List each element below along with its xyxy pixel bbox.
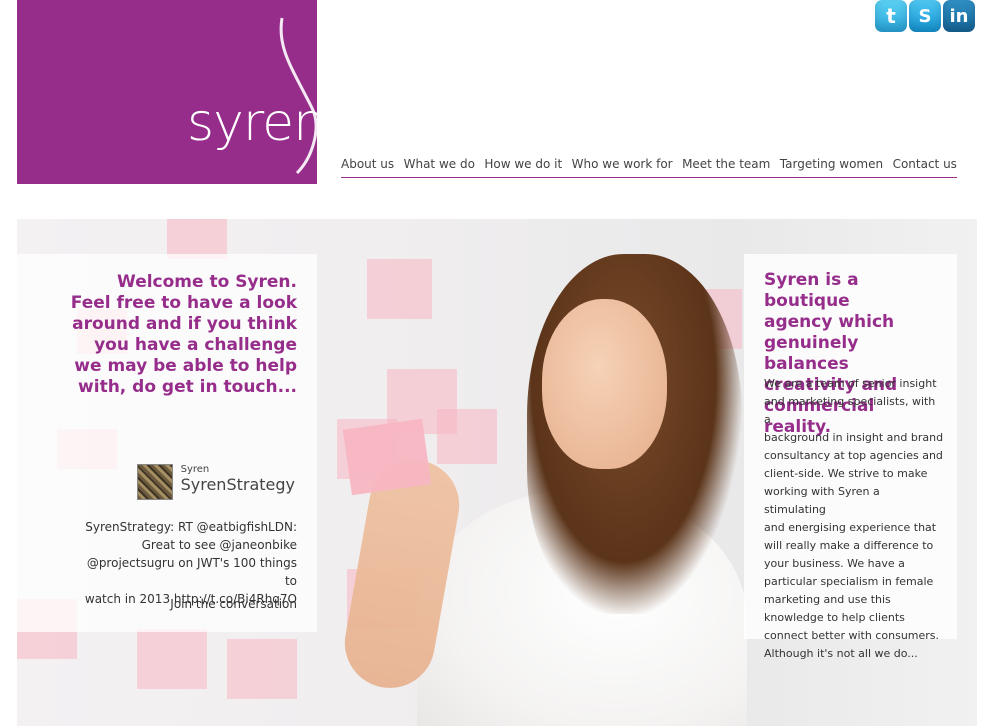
tweet-line: SyrenStrategy: RT @eatbigfishLDN: (85, 520, 297, 534)
avatar[interactable] (136, 464, 173, 500)
welcome-line: you have a challenge (94, 335, 297, 355)
syren-logo[interactable]: syren (17, 0, 326, 184)
logo-text: syren (187, 93, 326, 153)
welcome-panel: Welcome to Syren. Feel free to have a lo… (17, 254, 317, 632)
tweet-author-small: Syren (180, 464, 210, 475)
sticky-note (437, 409, 497, 464)
welcome-line: with, do get in touch... (78, 377, 297, 397)
tweet-line: @projectsugru on JWT's 100 things to (86, 556, 297, 588)
body-line: client-side. We strive to make (764, 467, 928, 480)
body-line: consultancy at top agencies and (764, 449, 943, 462)
tweet-author-handle[interactable]: SyrenStrategy (181, 475, 295, 494)
skype-icon[interactable]: S (909, 0, 941, 32)
about-panel: Syren is a boutique agency which genuine… (744, 254, 957, 660)
twitter-icon[interactable]: t (875, 0, 907, 32)
body-line: background in insight and brand (764, 431, 944, 444)
welcome-line: Welcome to Syren. (117, 272, 297, 292)
body-line: and marketing specialists, with a (764, 395, 936, 426)
nav-about-us[interactable]: About us (341, 157, 394, 171)
welcome-message: Welcome to Syren. Feel free to have a lo… (57, 272, 297, 398)
body-line: particular specialism in female (764, 575, 934, 588)
held-sticky-note (342, 418, 432, 496)
join-conversation-link[interactable]: Join the conversation (170, 597, 297, 611)
nav-who-we-work-for[interactable]: Who we work for (572, 157, 673, 171)
body-line: and energising experience that (764, 521, 937, 534)
main-nav: About us What we do How we do it Who we … (341, 157, 957, 178)
body-line: knowledge to help clients (764, 611, 905, 624)
nav-how-we-do-it[interactable]: How we do it (484, 157, 562, 171)
sticky-note (167, 219, 227, 259)
body-line: marketing and use this (764, 593, 891, 606)
welcome-line: Feel free to have a look (70, 293, 297, 313)
sticky-note (227, 639, 297, 699)
body-line: your business. We have a (764, 557, 905, 570)
body-line: working with Syren a stimulating (764, 485, 880, 516)
about-body: We are a team of senior insight and mark… (764, 375, 944, 663)
body-line: We are a team of senior insight (764, 377, 937, 390)
nav-what-we-do[interactable]: What we do (404, 157, 475, 171)
social-links: t S in (875, 0, 975, 32)
sticky-note (367, 259, 432, 319)
tweet-text: SyrenStrategy: RT @eatbigfishLDN: Great … (77, 518, 297, 608)
tweet-header: Syren SyrenStrategy (136, 464, 295, 500)
heading-line: Syren is a boutique (764, 270, 859, 311)
body-line: connect better with consumers. (764, 629, 940, 642)
welcome-line: we may be able to help (74, 356, 297, 376)
nav-meet-the-team[interactable]: Meet the team (682, 157, 770, 171)
welcome-line: around and if you think (72, 314, 297, 334)
tweet-line: Great to see @janeonbike (141, 538, 297, 552)
person-face (542, 299, 667, 469)
body-line[interactable]: Although it's not all we do... (764, 645, 944, 663)
nav-targeting-women[interactable]: Targeting women (780, 157, 883, 171)
sticky-note (137, 629, 207, 689)
linkedin-icon[interactable]: in (943, 0, 975, 32)
heading-line: genuinely balances (764, 333, 859, 374)
heading-line: agency which (764, 312, 895, 332)
body-line: will really make a difference to (764, 539, 934, 552)
nav-contact-us[interactable]: Contact us (893, 157, 957, 171)
